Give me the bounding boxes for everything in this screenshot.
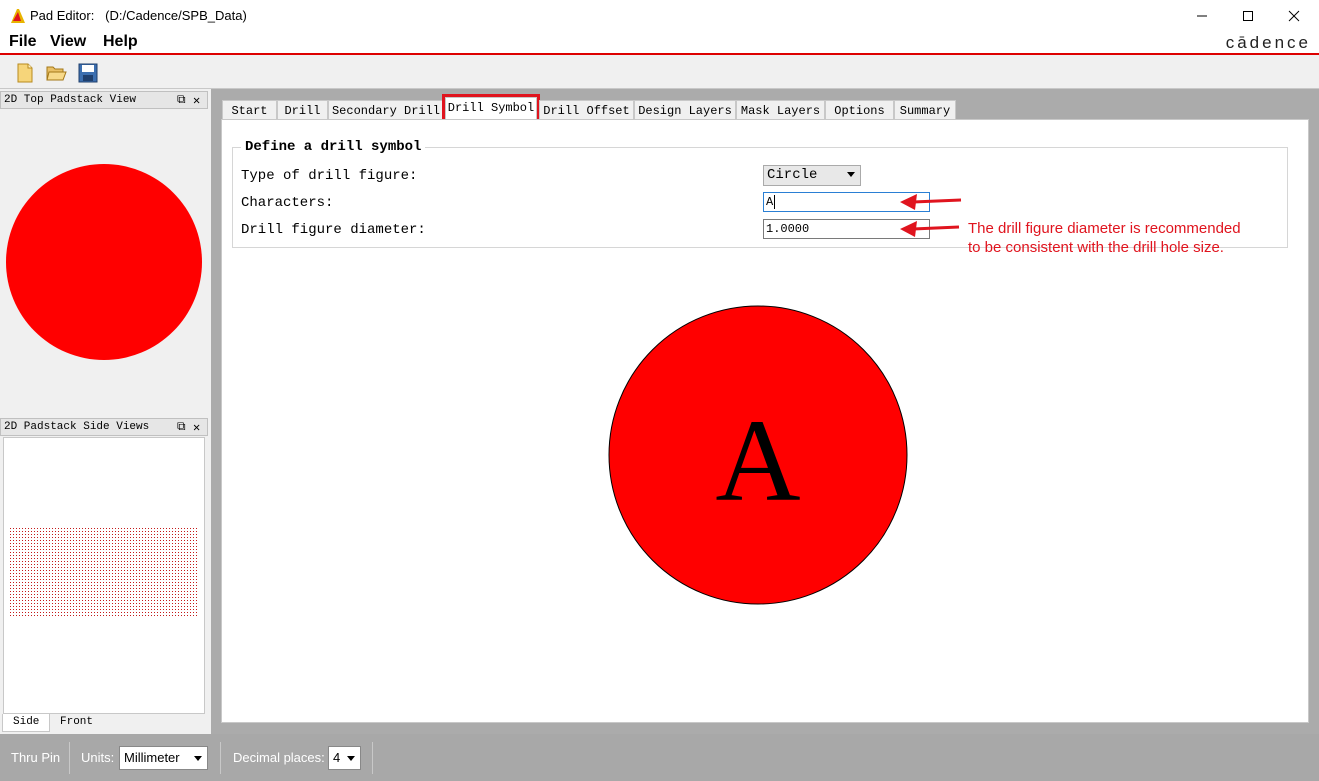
undock-icon[interactable]: ⧉ [177,420,186,434]
top-padstack-view-title: 2D Top Padstack View [4,94,137,106]
save-button[interactable] [77,62,99,84]
window-title: Pad Editor: (D:/Cadence/SPB_Data) [30,8,247,23]
arrow-to-diameter-line [912,225,960,231]
top-view-canvas [6,164,202,360]
units-value: Millimeter [124,750,180,765]
open-folder-icon [46,66,67,81]
window-title-path: (D:/Cadence/SPB_Data) [105,8,247,23]
arrow-to-characters-line [912,198,962,204]
status-bar: Thru Pin Units: Millimeter Decimal place… [0,734,1319,781]
group-title: Define a drill symbol [241,139,426,155]
status-separator [220,742,221,774]
menu-bar: File View Help cādence [0,31,1319,55]
maximize-button[interactable] [1225,0,1271,31]
top-padstack-view-header: 2D Top Padstack View ⧉ ✕ [0,91,208,109]
subtab-front[interactable]: Front [50,714,103,732]
padstack-mode: Thru Pin [11,750,61,765]
drill-figure-type-label: Type of drill figure: [241,168,418,184]
chevron-down-icon [194,756,202,761]
drill-figure-type-select[interactable]: Circle [763,165,861,186]
side-padstack-view-title: 2D Padstack Side Views [4,421,150,433]
text-cursor [774,195,776,209]
characters-label: Characters: [241,195,334,211]
new-file-button[interactable] [14,62,36,84]
status-separator [372,742,373,774]
close-window-button[interactable] [1271,0,1317,31]
minimize-button[interactable] [1179,0,1225,31]
tab-mask-layers[interactable]: Mask Layers [736,100,825,119]
tab-drill[interactable]: Drill [277,100,328,119]
units-label: Units: [81,750,115,765]
decimal-places-value: 4 [333,750,341,765]
tab-design-layers[interactable]: Design Layers [634,100,736,119]
top-view-pad-circle [6,164,202,360]
side-padstack-view-header: 2D Padstack Side Views ⧉ ✕ [0,418,208,436]
drill-figure-diameter-label: Drill figure diameter: [241,222,426,238]
tab-drill-offset[interactable]: Drill Offset [539,100,634,119]
status-separator [69,742,70,774]
decimal-places-label: Decimal places: [233,750,325,765]
chevron-down-icon [847,172,855,177]
close-icon [1288,10,1300,21]
menu-help[interactable]: Help [103,33,138,51]
cadence-logo: cādence [1225,33,1311,52]
save-icon [78,63,98,83]
toolbar [0,57,1319,89]
drill-figure-diameter-value: 1.0000 [766,222,810,236]
annotation-line-2: to be consistent with the drill hole siz… [968,239,1224,256]
new-file-icon [17,63,33,83]
characters-input-value: A [766,195,774,209]
side-view-canvas [8,528,198,618]
undock-icon[interactable]: ⧉ [177,93,186,107]
drill-figure-type-value: Circle [767,167,818,183]
menu-file[interactable]: File [9,33,37,51]
open-file-button[interactable] [45,62,67,84]
side-view-drill-hatch [8,528,198,618]
drill-symbol-panel: Define a drill symbol Type of drill figu… [221,119,1309,723]
minimize-icon [1197,15,1207,16]
drill-symbol-preview: A [608,305,908,605]
arrow-to-diameter-head [900,221,917,237]
window-title-app: Pad Editor: [30,8,95,23]
tab-summary[interactable]: Summary [894,100,956,119]
pad-editor-app-icon [11,9,25,23]
close-panel-icon[interactable]: ✕ [193,93,200,108]
title-bar: Pad Editor: (D:/Cadence/SPB_Data) [0,0,1319,31]
tab-secondary-drill[interactable]: Secondary Drill [328,100,444,119]
tab-start[interactable]: Start [222,100,277,119]
chevron-down-icon [347,756,355,761]
annotation-line-1: The drill figure diameter is recommended [968,220,1241,237]
arrow-to-characters-head [900,194,917,210]
annotation-note: The drill figure diameter is recommended… [968,219,1298,257]
tab-options[interactable]: Options [825,100,894,119]
close-panel-icon[interactable]: ✕ [193,420,200,435]
annotation-arrows [900,194,962,237]
top-padstack-view [0,109,208,414]
subtab-side[interactable]: Side [2,714,51,732]
menu-view[interactable]: View [50,33,86,51]
units-select[interactable]: Millimeter [119,746,208,770]
drill-symbol-preview-char: A [715,395,800,526]
decimal-places-select[interactable]: 4 [328,746,361,770]
maximize-icon [1243,10,1253,21]
tab-drill-symbol[interactable]: Drill Symbol [442,94,540,122]
side-padstack-view [3,437,205,714]
